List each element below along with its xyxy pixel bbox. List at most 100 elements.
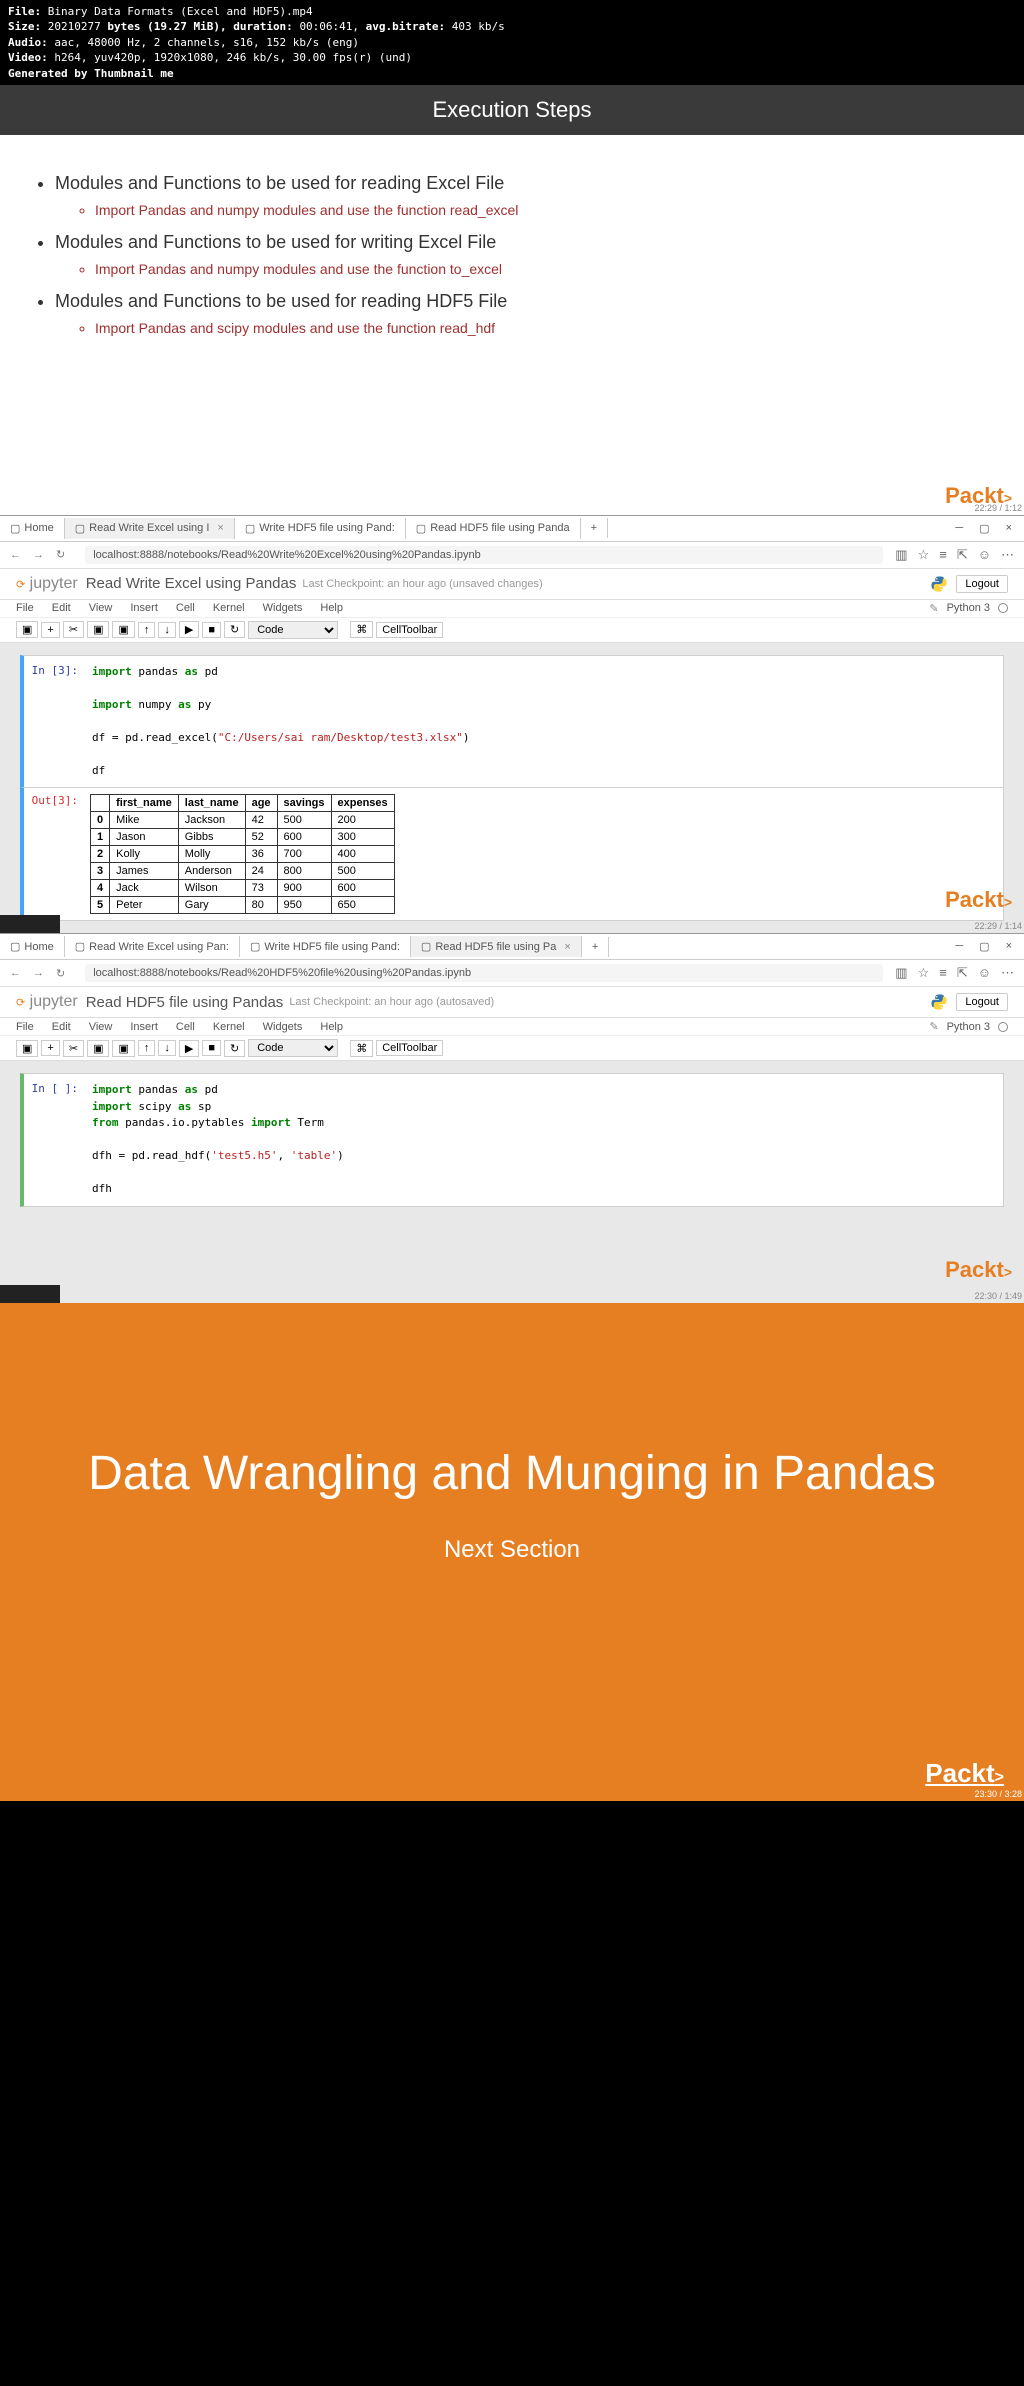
code-cell[interactable]: In [ ]: import pandas as pd import scipy… [20, 1073, 1004, 1207]
notes-icon[interactable]: ≡ [939, 547, 947, 563]
taskbar[interactable] [0, 1285, 60, 1303]
back-icon[interactable]: ← [10, 967, 21, 979]
input-prompt: In [ ]: [24, 1074, 84, 1206]
cut-button[interactable]: ✂ [63, 1040, 84, 1057]
menu-widgets[interactable]: Widgets [263, 1021, 303, 1033]
paste-button[interactable]: ▣ [112, 621, 134, 638]
close-window-icon[interactable]: × [1006, 522, 1012, 535]
logout-button[interactable]: Logout [956, 575, 1008, 593]
code-body[interactable]: import pandas as pd import scipy as sp f… [84, 1074, 1003, 1206]
menu-view[interactable]: View [89, 602, 113, 614]
tab-read-write-excel[interactable]: ▢ Read Write Excel using Pan: [65, 936, 240, 957]
menu-cell[interactable]: Cell [176, 1021, 195, 1033]
run-button[interactable]: ▶ [179, 621, 199, 638]
menu-view[interactable]: View [89, 1021, 113, 1033]
back-icon[interactable]: ← [10, 549, 21, 561]
copy-button[interactable]: ▣ [87, 1040, 109, 1057]
celltoolbar-button[interactable]: CellToolbar [376, 622, 443, 638]
menu-kernel[interactable]: Kernel [213, 602, 245, 614]
edit-icon[interactable]: ✎ [929, 1020, 938, 1033]
menu-widgets[interactable]: Widgets [263, 602, 303, 614]
add-cell-button[interactable]: + [41, 1040, 59, 1056]
close-window-icon[interactable]: × [1006, 940, 1012, 953]
refresh-icon[interactable]: ↻ [56, 548, 65, 561]
star-icon[interactable]: ☆ [918, 547, 930, 563]
menu-kernel[interactable]: Kernel [213, 1021, 245, 1033]
logout-button[interactable]: Logout [956, 993, 1008, 1011]
taskbar[interactable] [0, 915, 60, 933]
person-icon[interactable]: ☺ [978, 547, 991, 563]
celltype-select[interactable]: Code [248, 1039, 338, 1057]
edit-icon[interactable]: ✎ [929, 602, 938, 615]
move-down-button[interactable]: ↓ [158, 1040, 176, 1056]
move-down-button[interactable]: ↓ [158, 622, 176, 638]
menu-insert[interactable]: Insert [130, 1021, 158, 1033]
notebook-title[interactable]: Read Write Excel using Pandas [86, 575, 297, 592]
run-button[interactable]: ▶ [179, 1040, 199, 1057]
minimize-icon[interactable]: ─ [955, 940, 963, 953]
more-icon[interactable]: ⋯ [1001, 965, 1014, 981]
reader-icon[interactable]: ▥ [895, 965, 907, 981]
maximize-icon[interactable]: ▢ [979, 940, 989, 953]
tab-read-write-excel[interactable]: ▢ Read Write Excel using I × [65, 518, 235, 539]
stop-button[interactable]: ■ [202, 622, 221, 638]
subbullet-read-hdf5: Import Pandas and scipy modules and use … [95, 320, 989, 336]
notes-icon[interactable]: ≡ [939, 965, 947, 981]
command-palette-button[interactable]: ⌘ [350, 621, 373, 638]
table-row: 5PeterGary80950650 [91, 897, 395, 914]
menu-file[interactable]: File [16, 1021, 34, 1033]
add-cell-button[interactable]: + [41, 622, 59, 638]
jupyter-logo-icon[interactable]: ⟳ jupyter [16, 575, 78, 593]
forward-icon[interactable]: → [33, 549, 44, 561]
stop-button[interactable]: ■ [202, 1040, 221, 1056]
tab-read-hdf5[interactable]: ▢ Read HDF5 file using Pa × [411, 936, 582, 957]
url-input[interactable]: localhost:8888/notebooks/Read%20HDF5%20f… [85, 964, 883, 982]
menu-edit[interactable]: Edit [52, 602, 71, 614]
menu-help[interactable]: Help [320, 602, 343, 614]
refresh-icon[interactable]: ↻ [56, 967, 65, 980]
code-cell[interactable]: In [3]: import pandas as pd import numpy… [20, 655, 1004, 789]
tab-write-hdf5[interactable]: ▢ Write HDF5 file using Pand: [235, 518, 406, 539]
menu-cell[interactable]: Cell [176, 602, 195, 614]
cut-button[interactable]: ✂ [63, 621, 84, 638]
notebook-title[interactable]: Read HDF5 file using Pandas [86, 994, 284, 1011]
code-body[interactable]: import pandas as pd import numpy as py d… [84, 656, 1003, 788]
restart-button[interactable]: ↻ [224, 621, 245, 638]
celltype-select[interactable]: Code [248, 621, 338, 639]
forward-icon[interactable]: → [33, 967, 44, 979]
menu-help[interactable]: Help [320, 1021, 343, 1033]
maximize-icon[interactable]: ▢ [979, 522, 989, 535]
reader-icon[interactable]: ▥ [895, 547, 907, 563]
move-up-button[interactable]: ↑ [138, 1040, 156, 1056]
celltoolbar-button[interactable]: CellToolbar [376, 1040, 443, 1056]
menu-edit[interactable]: Edit [52, 1021, 71, 1033]
command-palette-button[interactable]: ⌘ [350, 1040, 373, 1057]
share-icon[interactable]: ⇱ [957, 547, 968, 563]
share-icon[interactable]: ⇱ [957, 965, 968, 981]
star-icon[interactable]: ☆ [918, 965, 930, 981]
new-tab-button[interactable]: + [582, 937, 609, 957]
restart-button[interactable]: ↻ [224, 1040, 245, 1057]
close-icon[interactable]: × [564, 941, 570, 953]
tab-write-hdf5[interactable]: ▢ Write HDF5 file using Pand: [240, 936, 411, 957]
tab-home[interactable]: ▢ Home [0, 518, 65, 539]
new-tab-button[interactable]: + [581, 518, 608, 538]
paste-button[interactable]: ▣ [112, 1040, 134, 1057]
save-button[interactable]: ▣ [16, 621, 38, 638]
minimize-icon[interactable]: ─ [955, 522, 963, 535]
tab-read-hdf5[interactable]: ▢ Read HDF5 file using Panda [406, 518, 581, 539]
menu-insert[interactable]: Insert [130, 602, 158, 614]
tab-home[interactable]: ▢ Home [0, 936, 65, 957]
more-icon[interactable]: ⋯ [1001, 547, 1014, 563]
jupyter-logo-icon[interactable]: ⟳ jupyter [16, 993, 78, 1011]
menu-file[interactable]: File [16, 602, 34, 614]
timestamp: 22:29 / 1:14 [974, 921, 1022, 931]
jupyter-menubar: File Edit View Insert Cell Kernel Widget… [0, 1018, 1024, 1036]
save-button[interactable]: ▣ [16, 1040, 38, 1057]
output-cell: Out[3]: first_namelast_nameagesavingsexp… [20, 787, 1004, 921]
url-input[interactable]: localhost:8888/notebooks/Read%20Write%20… [85, 546, 883, 564]
person-icon[interactable]: ☺ [978, 965, 991, 981]
copy-button[interactable]: ▣ [87, 621, 109, 638]
close-icon[interactable]: × [217, 522, 223, 534]
move-up-button[interactable]: ↑ [138, 622, 156, 638]
